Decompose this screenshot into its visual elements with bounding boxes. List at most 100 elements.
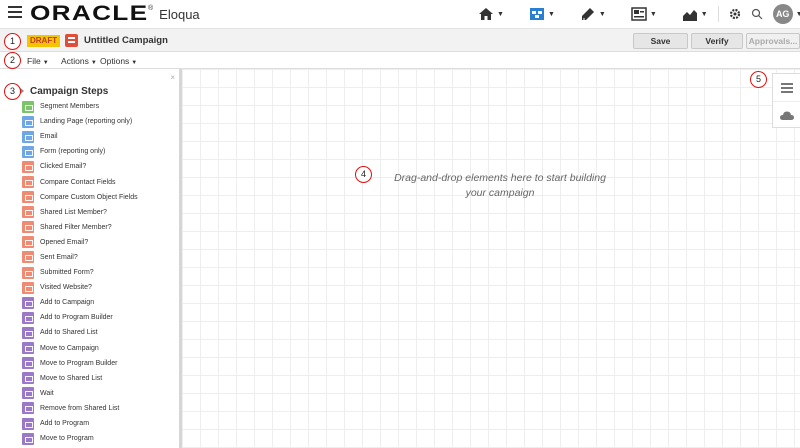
campaign-step-item[interactable]: Add to Program Builder [22,310,177,325]
step-label: Segment Members [40,103,100,111]
approvals-button[interactable]: Approvals... [746,33,800,49]
home-menu-button[interactable]: ▼ [478,7,504,21]
list-view-button[interactable] [773,74,800,101]
campaign-step-item[interactable]: Add to Shared List [22,325,177,340]
step-label: Compare Contact Fields [40,178,116,186]
hamburger-menu-icon[interactable] [8,6,22,20]
campaign-step-item[interactable]: Form (reporting only) [22,144,177,159]
assets-icon [581,8,594,20]
campaign-step-item[interactable]: Add to Campaign [22,295,177,310]
step-type-icon [22,372,34,385]
step-label: Clicked Email? [40,163,87,171]
canvas-hint-line-2: your campaign [465,187,535,199]
verify-button[interactable]: Verify [691,33,743,49]
callout-5: 5 [750,71,767,88]
file-menu[interactable]: File ▼ [27,56,49,66]
settings-button[interactable] [729,8,741,20]
campaign-icon [65,34,78,47]
step-type-icon [22,311,34,324]
callout-3: 3 [4,83,21,100]
campaign-step-item[interactable]: Sent Email? [22,250,177,265]
canvas-hint-line-1: Drag-and-drop elements here to start bui… [394,172,606,184]
step-label: Move to Program Builder [40,359,118,367]
campaign-step-item[interactable]: Move to Program Builder [22,356,177,371]
chevron-down-icon: ▼ [700,10,708,18]
campaign-step-item[interactable]: Wait [22,386,177,401]
logo-registered-mark: ® [148,4,154,12]
analytics-icon [682,10,697,21]
oracle-eloqua-logo: ORACLE ® Eloqua [30,1,200,27]
campaign-steps-header[interactable]: Campaign Steps [12,84,177,98]
step-label: Add to Program Builder [40,314,113,322]
campaign-step-item[interactable]: Add to Program [22,416,177,431]
step-type-icon [22,417,34,430]
step-type-icon [22,206,34,219]
step-label: Shared Filter Member? [40,223,112,231]
step-label: Add to Shared List [40,329,98,337]
close-icon[interactable]: × [170,73,175,82]
campaign-step-item[interactable]: Segment Members [22,99,177,114]
assets-menu-button[interactable]: ▼ [580,7,606,21]
right-tool-panel [772,73,800,128]
campaign-step-item[interactable]: Remove from Shared List [22,401,177,416]
main-nav-icons: ▼ ▼ ▼ ▼ ▼ AG ▼ [478,3,800,25]
chevron-down-icon: ▼ [497,10,504,18]
campaign-title-bar: DRAFT Untitled Campaign Save Verify Appr… [0,29,800,52]
step-type-icon [22,342,34,355]
step-label: Shared List Member? [40,208,107,216]
step-label: Landing Page (reporting only) [40,118,133,126]
campaign-step-item[interactable]: Move to Program [22,431,177,446]
step-label: Opened Email? [40,238,89,246]
campaign-step-item[interactable]: Shared Filter Member? [22,220,177,235]
step-type-icon [22,281,34,294]
actions-menu-label: Actions [61,56,89,66]
canvas-empty-hint: Drag-and-drop elements here to start bui… [380,171,620,201]
contacts-menu-button[interactable]: ▼ [631,7,657,21]
campaign-steps-list: Segment Members Landing Page (reporting o… [22,99,177,446]
chevron-down-icon: ▼ [131,60,138,66]
step-type-icon [22,387,34,400]
campaign-step-item[interactable]: Visited Website? [22,280,177,295]
settings-icon [729,8,740,20]
campaign-step-item[interactable]: Landing Page (reporting only) [22,114,177,129]
callout-4: 4 [355,166,372,183]
step-type-icon [22,115,34,128]
step-type-icon [22,402,34,415]
actions-menu[interactable]: Actions ▼ [61,56,97,66]
chevron-down-icon: ▼ [598,10,606,18]
campaign-step-item[interactable]: Move to Shared List [22,371,177,386]
save-button[interactable]: Save [633,33,688,49]
campaign-step-item[interactable]: Email [22,129,177,144]
campaign-step-item[interactable]: Opened Email? [22,235,177,250]
options-menu[interactable]: Options ▼ [100,56,137,66]
status-badge: DRAFT [27,35,61,47]
step-type-icon [22,432,34,445]
campaign-name[interactable]: Untitled Campaign [84,35,168,46]
campaign-canvas[interactable] [182,69,800,448]
user-menu-button[interactable]: AG ▼ [772,4,800,24]
campaign-step-item[interactable]: Shared List Member? [22,205,177,220]
campaigns-menu-button[interactable]: ▼ [529,7,555,21]
step-label: Form (reporting only) [40,148,106,156]
step-type-icon [22,160,34,173]
logo-oracle-text: ORACLE [30,2,149,25]
campaign-step-item[interactable]: Submitted Form? [22,265,177,280]
step-label: Remove from Shared List [40,404,120,412]
campaign-step-item[interactable]: Compare Contact Fields [22,174,177,189]
campaign-icon [529,8,544,20]
step-type-icon [22,100,34,113]
cloud-apps-button[interactable] [773,101,800,128]
search-icon [751,8,763,20]
search-button[interactable] [751,8,763,20]
campaign-step-item[interactable]: Move to Campaign [22,341,177,356]
contacts-icon [631,7,647,21]
chevron-down-icon: ▼ [649,10,657,18]
step-type-icon [22,266,34,279]
campaign-step-item[interactable]: Compare Custom Object Fields [22,190,177,205]
campaign-steps-panel: × Campaign Steps Segment Members Landing … [0,69,182,448]
step-type-icon [22,176,34,189]
analytics-menu-button[interactable]: ▼ [682,7,708,21]
step-label: Move to Shared List [40,374,103,382]
campaign-step-item[interactable]: Clicked Email? [22,159,177,174]
list-icon [780,82,793,93]
